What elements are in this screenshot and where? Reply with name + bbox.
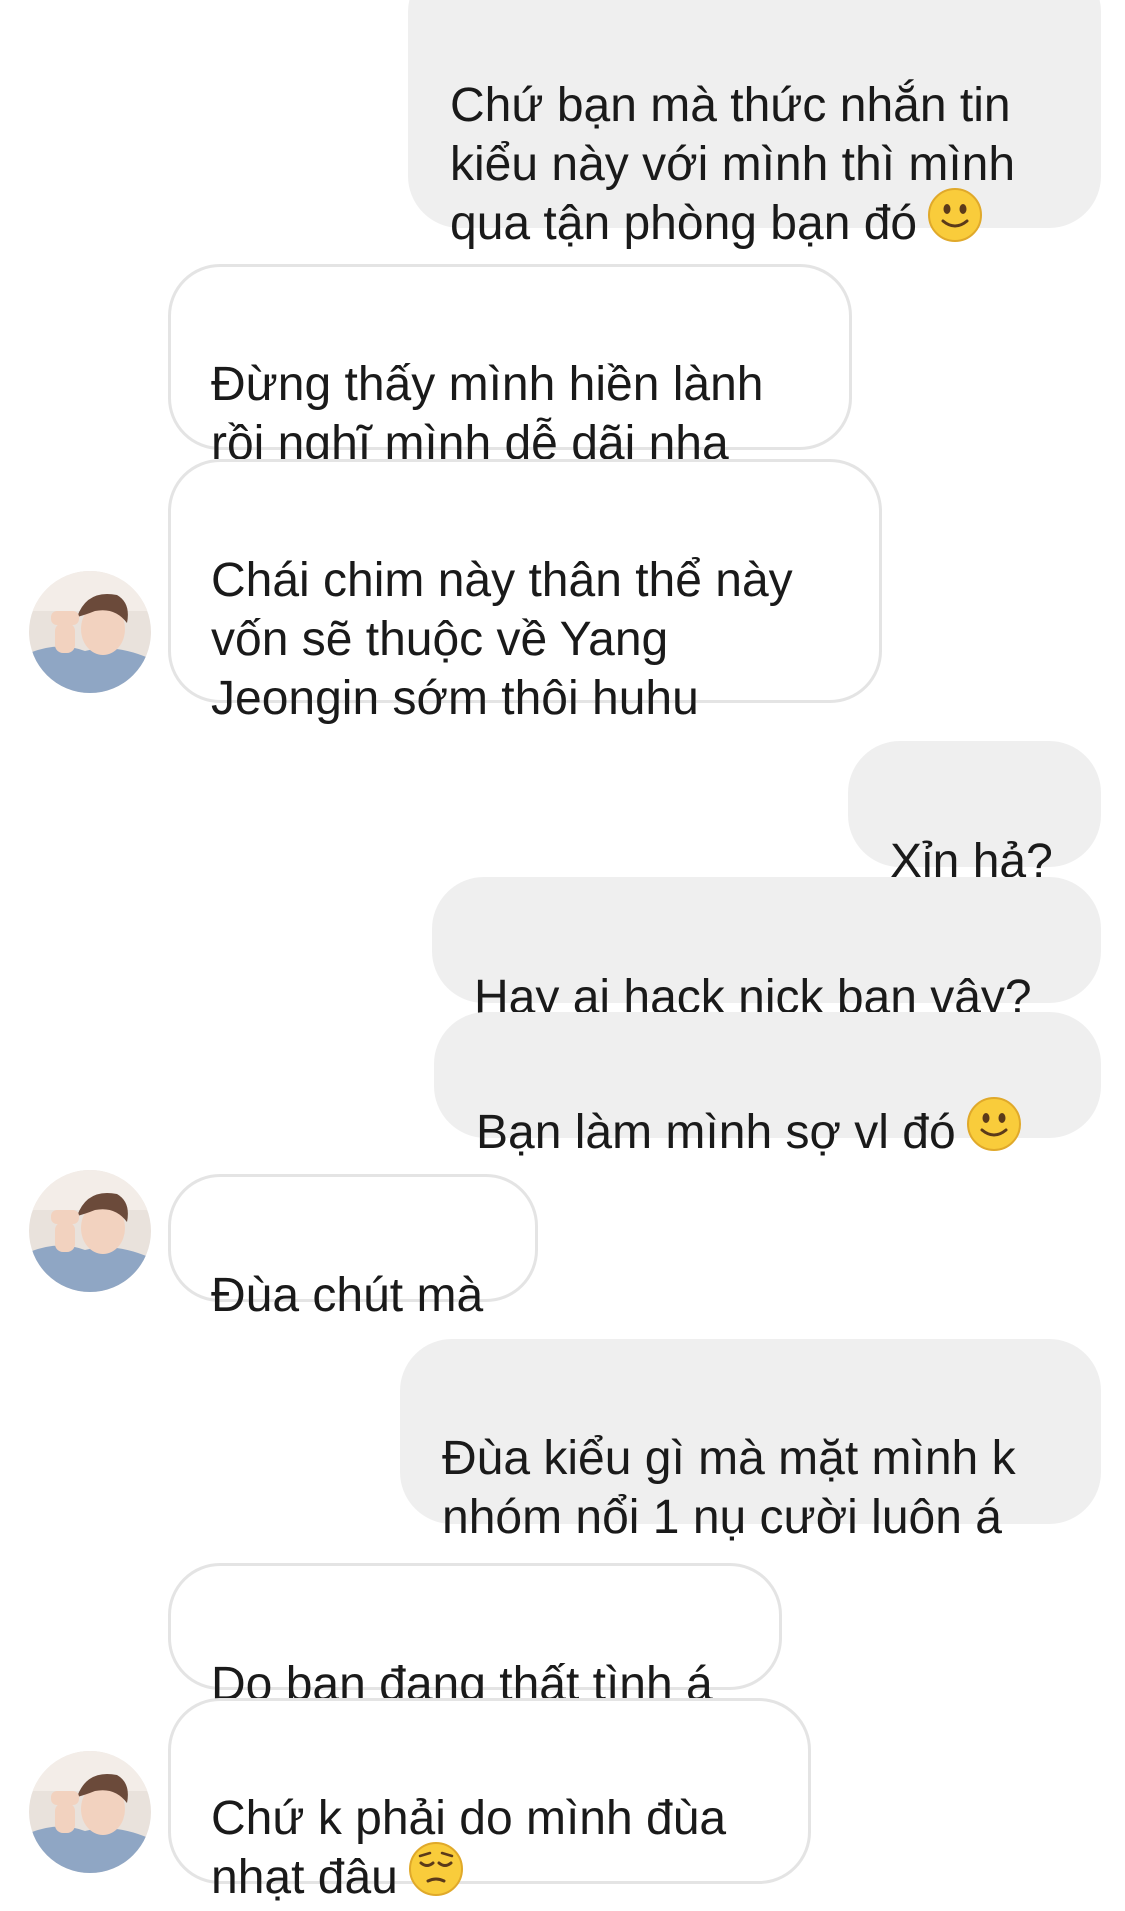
- message-text: Chái chim này thân thể này vốn sẽ thuộc …: [211, 554, 793, 725]
- message-bubble-received[interactable]: Do bạn đang thất tình á: [168, 1563, 782, 1711]
- message-text: Chứ k phải do mình đùa nhạt đâu: [211, 1792, 727, 1904]
- message-bubble-received[interactable]: Đừng thấy mình hiền lành rồi nghĩ mình d…: [168, 264, 852, 470]
- message-bubble-received[interactable]: Chứ k phải do mình đùa nhạt đâu: [168, 1698, 811, 1904]
- avatar-icon: [29, 571, 151, 693]
- slightly-smiling-face-icon: [966, 1096, 1022, 1166]
- contact-avatar[interactable]: [29, 571, 151, 693]
- message-text: Đừng thấy mình hiền lành rồi nghĩ mình d…: [211, 358, 764, 470]
- message-bubble-sent[interactable]: Xỉn hả?: [848, 741, 1101, 888]
- message-text: Đùa kiểu gì mà mặt mình k nhóm nổi 1 nụ …: [442, 1432, 1016, 1544]
- message-bubble-received[interactable]: Chái chim này thân thể này vốn sẽ thuộc …: [168, 459, 882, 725]
- avatar-icon: [29, 1751, 151, 1873]
- message-bubble-sent[interactable]: Hay ai hack nick bạn vậy?: [432, 877, 1101, 1024]
- message-text: Đùa chút mà: [211, 1269, 484, 1322]
- avatar-icon: [29, 1170, 151, 1292]
- contact-avatar[interactable]: [29, 1751, 151, 1873]
- slightly-smiling-face-icon: [927, 187, 983, 257]
- message-bubble-sent[interactable]: Đùa kiểu gì mà mặt mình k nhóm nổi 1 nụ …: [400, 1339, 1101, 1544]
- message-bubble-received[interactable]: Đùa chút mà: [168, 1174, 538, 1322]
- message-bubble-sent[interactable]: Bạn làm mình sợ vl đó: [434, 1012, 1101, 1159]
- pensive-face-icon: [408, 1841, 464, 1911]
- message-text: Bạn làm mình sợ vl đó: [476, 1106, 956, 1159]
- message-bubble-sent[interactable]: Chứ bạn mà thức nhắn tin kiểu này với mì…: [408, 0, 1101, 250]
- contact-avatar[interactable]: [29, 1170, 151, 1292]
